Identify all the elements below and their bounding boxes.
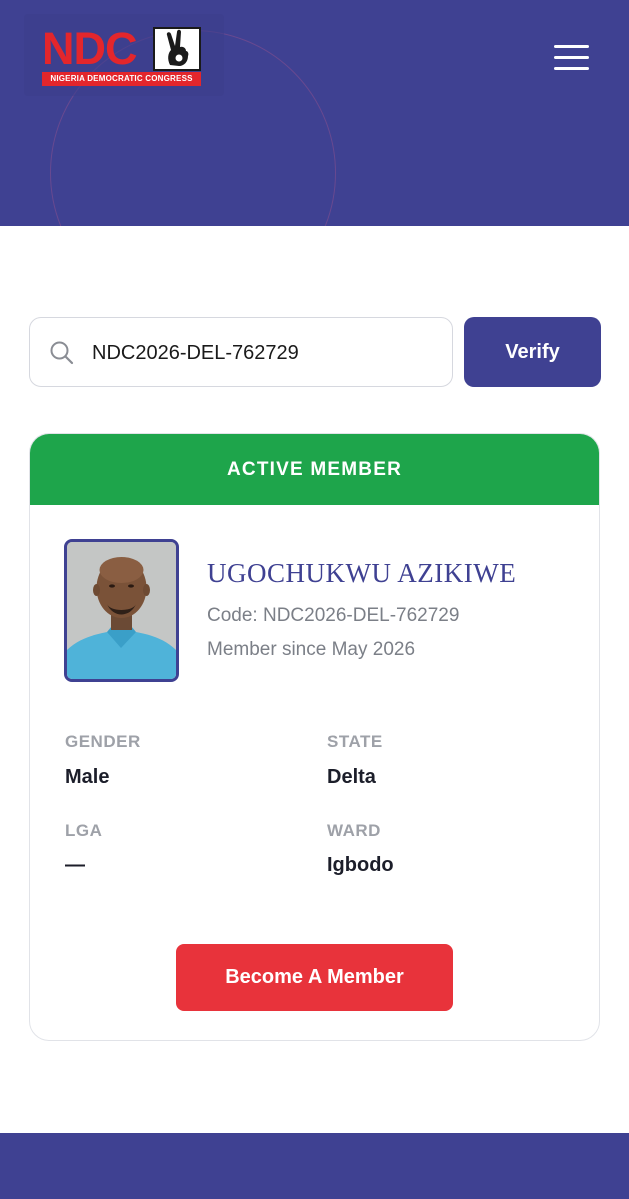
lga-label: LGA <box>65 821 103 840</box>
logo-wordmark: NDC <box>42 23 137 74</box>
verify-button[interactable]: Verify <box>464 317 601 387</box>
gender-value: Male <box>65 766 110 788</box>
state-value: Delta <box>327 766 376 788</box>
status-badge: ACTIVE MEMBER <box>30 434 599 505</box>
hamburger-menu-icon[interactable] <box>552 40 592 74</box>
member-code-input[interactable] <box>92 334 432 372</box>
ndc-logo[interactable]: NDC NIGERIA DEMOCRATIC CONGRESS <box>24 14 224 96</box>
gender-label: GENDER <box>65 732 141 751</box>
victory-hand-icon <box>153 27 201 71</box>
become-member-button[interactable]: Become A Member <box>176 944 453 1011</box>
logo-tagline: NIGERIA DEMOCRATIC CONGRESS <box>42 72 201 86</box>
ward-value: Igbodo <box>327 854 394 876</box>
search-icon <box>49 340 75 366</box>
site-header: NDC NIGERIA DEMOCRATIC CONGRESS <box>0 0 629 226</box>
member-name: UGOCHUKWU AZIKIWE <box>207 558 517 588</box>
page: NDC NIGERIA DEMOCRATIC CONGRESS Verify <box>0 0 629 1199</box>
member-photo <box>64 539 179 682</box>
state-label: STATE <box>327 732 383 751</box>
member-since: Member since May 2026 <box>207 639 416 660</box>
lga-value: — <box>65 854 85 876</box>
member-card: ACTIVE MEMBER UGOCHUKWU AZIKIWE Code: ND… <box>29 433 600 1041</box>
ward-label: WARD <box>327 821 381 840</box>
site-footer <box>0 1133 629 1199</box>
search-box <box>29 317 453 387</box>
member-code: Code: NDC2026-DEL-762729 <box>207 605 460 626</box>
